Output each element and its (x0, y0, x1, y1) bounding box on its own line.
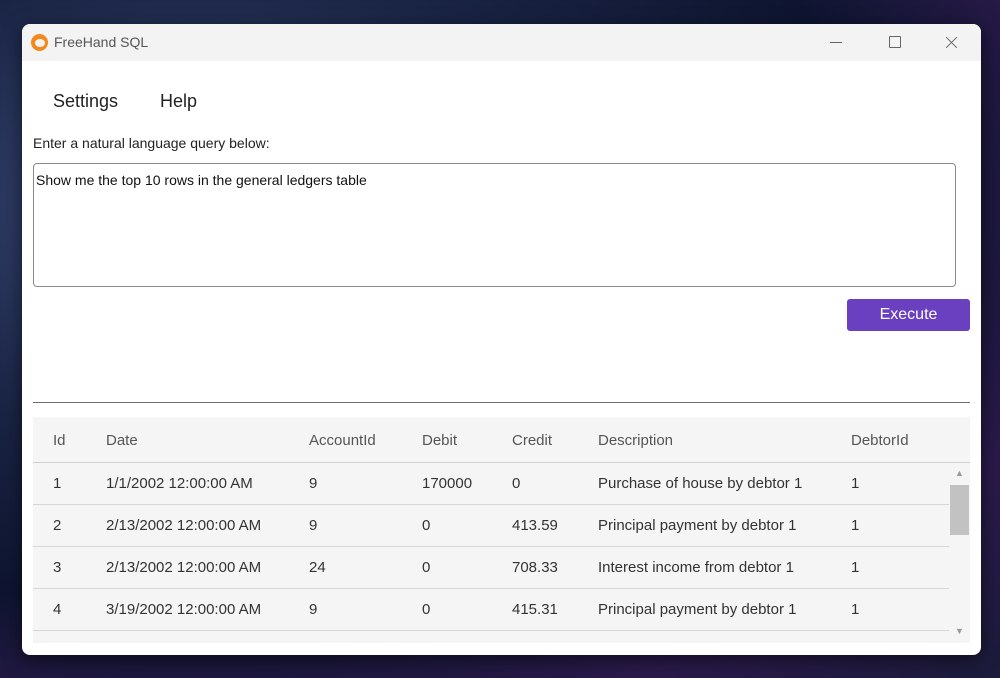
divider (33, 402, 970, 403)
cell-debit: 0 (422, 517, 431, 534)
column-header-debtorid[interactable]: DebtorId (851, 432, 909, 449)
column-header-id[interactable]: Id (53, 432, 66, 449)
cell-description: Purchase of house by debtor 1 (598, 475, 803, 492)
column-header-date[interactable]: Date (106, 432, 138, 449)
cell-credit: 413.59 (512, 517, 558, 534)
minimize-icon[interactable] (814, 24, 860, 61)
cell-credit: 0 (512, 475, 521, 492)
cell-id: 1 (53, 475, 62, 492)
window-title: FreeHand SQL (54, 34, 149, 50)
cell-credit: 708.33 (512, 559, 558, 576)
app-window: FreeHand SQL Settings Help Enter a natur… (22, 24, 981, 655)
scroll-up-icon[interactable]: ▲ (952, 465, 967, 481)
grid-header: Id Date AccountId Debit Credit Descripti… (33, 417, 970, 463)
results-grid: Id Date AccountId Debit Credit Descripti… (33, 417, 970, 643)
execute-button[interactable]: Execute (847, 299, 970, 331)
cell-debit: 0 (422, 559, 431, 576)
cell-description: Principal payment by debtor 1 (598, 517, 797, 534)
cell-debtorid: 1 (851, 559, 860, 576)
table-row[interactable]: 4 3/19/2002 12:00:00 AM 9 0 415.31 Princ… (33, 589, 949, 631)
title-bar[interactable]: FreeHand SQL (22, 24, 981, 61)
cell-description: Interest income from debtor 1 (598, 559, 794, 576)
cell-debtorid: 1 (851, 517, 860, 534)
cell-id: 3 (53, 559, 62, 576)
query-prompt-label: Enter a natural language query below: (33, 135, 270, 151)
maximize-icon[interactable] (872, 24, 918, 61)
table-row[interactable]: 1 1/1/2002 12:00:00 AM 9 170000 0 Purcha… (33, 463, 949, 505)
scroll-down-icon[interactable]: ▼ (952, 623, 967, 639)
cell-date: 1/1/2002 12:00:00 AM (106, 475, 253, 492)
table-row[interactable]: 2 2/13/2002 12:00:00 AM 9 0 413.59 Princ… (33, 505, 949, 547)
cell-id: 4 (53, 601, 62, 618)
menu-settings[interactable]: Settings (53, 91, 118, 112)
cell-credit: 415.31 (512, 601, 558, 618)
cell-debtorid: 1 (851, 475, 860, 492)
column-header-description[interactable]: Description (598, 432, 673, 449)
cell-accountid: 24 (309, 559, 326, 576)
column-header-debit[interactable]: Debit (422, 432, 457, 449)
cell-accountid: 9 (309, 475, 318, 492)
cell-date: 2/13/2002 12:00:00 AM (106, 559, 262, 576)
cell-description: Principal payment by debtor 1 (598, 601, 797, 618)
column-header-credit[interactable]: Credit (512, 432, 552, 449)
cell-accountid: 9 (309, 517, 318, 534)
cell-id: 2 (53, 517, 62, 534)
scroll-thumb[interactable] (950, 485, 969, 535)
table-row[interactable]: 3 2/13/2002 12:00:00 AM 24 0 708.33 Inte… (33, 547, 949, 589)
close-icon[interactable] (929, 24, 975, 61)
app-logo-icon (31, 34, 48, 51)
vertical-scrollbar[interactable]: ▲ ▼ (949, 463, 970, 643)
query-input[interactable]: Show me the top 10 rows in the general l… (33, 163, 956, 287)
column-header-accountid[interactable]: AccountId (309, 432, 376, 449)
cell-date: 3/19/2002 12:00:00 AM (106, 601, 262, 618)
cell-debtorid: 1 (851, 601, 860, 618)
cell-date: 2/13/2002 12:00:00 AM (106, 517, 262, 534)
menu-help[interactable]: Help (160, 91, 197, 112)
cell-accountid: 9 (309, 601, 318, 618)
cell-debit: 170000 (422, 475, 473, 492)
cell-debit: 0 (422, 601, 431, 618)
